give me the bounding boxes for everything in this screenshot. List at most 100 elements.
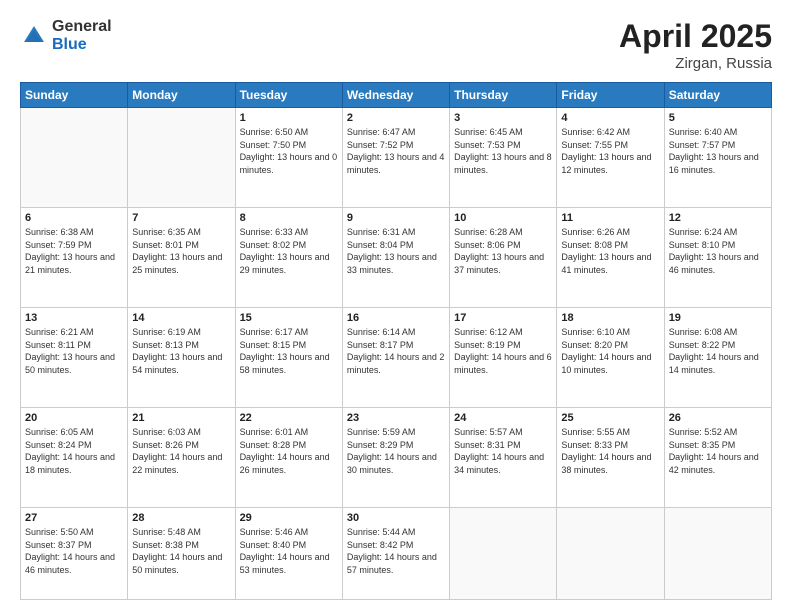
day-number: 27: [25, 512, 123, 524]
day-number: 12: [669, 212, 767, 224]
day-info: Sunrise: 6:17 AM Sunset: 8:15 PM Dayligh…: [240, 326, 338, 376]
day-number: 9: [347, 212, 445, 224]
logo-blue-text: Blue: [52, 36, 112, 54]
day-info: Sunrise: 5:46 AM Sunset: 8:40 PM Dayligh…: [240, 526, 338, 576]
table-row: 8Sunrise: 6:33 AM Sunset: 8:02 PM Daylig…: [235, 208, 342, 308]
day-info: Sunrise: 6:38 AM Sunset: 7:59 PM Dayligh…: [25, 226, 123, 276]
day-info: Sunrise: 5:59 AM Sunset: 8:29 PM Dayligh…: [347, 426, 445, 476]
table-row: 26 Sunrise: 5:52 AM Sunset: 8:35 PM Dayli…: [664, 408, 771, 508]
day-info: Sunrise: 6:24 AM Sunset: 8:10 PM Dayligh…: [669, 226, 767, 276]
title-block: April 2025 Zirgan, Russia: [619, 18, 772, 72]
header-monday: Monday: [128, 83, 235, 108]
day-number: 20: [25, 412, 123, 424]
day-info: Sunrise: 6:19 AM Sunset: 8:13 PM Dayligh…: [132, 326, 230, 376]
header-saturday: Saturday: [664, 83, 771, 108]
day-info: Sunrise: 5:44 AM Sunset: 8:42 PM Dayligh…: [347, 526, 445, 576]
table-row: 11Sunrise: 6:26 AM Sunset: 8:08 PM Dayli…: [557, 208, 664, 308]
header-wednesday: Wednesday: [342, 83, 449, 108]
day-info: Sunrise: 6:40 AM Sunset: 7:57 PM Dayligh…: [669, 126, 767, 176]
table-row: 30 Sunrise: 5:44 AM Sunset: 8:42 PM Dayli…: [342, 508, 449, 600]
table-row: [450, 508, 557, 600]
table-row: 24Sunrise: 5:57 AM Sunset: 8:31 PM Dayli…: [450, 408, 557, 508]
day-number: 3: [454, 112, 552, 124]
header-sunday: Sunday: [21, 83, 128, 108]
logo-text: General Blue: [52, 18, 112, 53]
day-number: 29: [240, 512, 338, 524]
table-row: 1Sunrise: 6:50 AM Sunset: 7:50 PM Daylig…: [235, 108, 342, 208]
table-row: 6Sunrise: 6:38 AM Sunset: 7:59 PM Daylig…: [21, 208, 128, 308]
table-row: 7 Sunrise: 6:35 AM Sunset: 8:01 PM Daylig…: [128, 208, 235, 308]
day-info: Sunrise: 6:10 AM Sunset: 8:20 PM Dayligh…: [561, 326, 659, 376]
table-row: 20 Sunrise: 6:05 AM Sunset: 8:24 PM Dayli…: [21, 408, 128, 508]
table-row: 2Sunrise: 6:47 AM Sunset: 7:52 PM Daylig…: [342, 108, 449, 208]
title-month: April 2025: [619, 18, 772, 55]
table-row: 25 Sunrise: 5:55 AM Sunset: 8:33 PM Dayli…: [557, 408, 664, 508]
table-row: 27Sunrise: 5:50 AM Sunset: 8:37 PM Dayli…: [21, 508, 128, 600]
table-row: 14 Sunrise: 6:19 AM Sunset: 8:13 PM Dayli…: [128, 308, 235, 408]
day-info: Sunrise: 6:31 AM Sunset: 8:04 PM Dayligh…: [347, 226, 445, 276]
table-row: 13 Sunrise: 6:21 AM Sunset: 8:11 PM Dayli…: [21, 308, 128, 408]
table-row: 3 Sunrise: 6:45 AM Sunset: 7:53 PM Daylig…: [450, 108, 557, 208]
day-info: Sunrise: 5:52 AM Sunset: 8:35 PM Dayligh…: [669, 426, 767, 476]
table-row: 5 Sunrise: 6:40 AM Sunset: 7:57 PM Daylig…: [664, 108, 771, 208]
day-info: Sunrise: 6:42 AM Sunset: 7:55 PM Dayligh…: [561, 126, 659, 176]
table-row: 4 Sunrise: 6:42 AM Sunset: 7:55 PM Daylig…: [557, 108, 664, 208]
table-row: 28 Sunrise: 5:48 AM Sunset: 8:38 PM Dayli…: [128, 508, 235, 600]
day-info: Sunrise: 6:01 AM Sunset: 8:28 PM Dayligh…: [240, 426, 338, 476]
day-info: Sunrise: 5:48 AM Sunset: 8:38 PM Dayligh…: [132, 526, 230, 576]
table-row: [664, 508, 771, 600]
day-info: Sunrise: 6:28 AM Sunset: 8:06 PM Dayligh…: [454, 226, 552, 276]
day-number: 14: [132, 312, 230, 324]
day-info: Sunrise: 6:26 AM Sunset: 8:08 PM Dayligh…: [561, 226, 659, 276]
table-row: [557, 508, 664, 600]
table-row: 18 Sunrise: 6:10 AM Sunset: 8:20 PM Dayli…: [557, 308, 664, 408]
day-info: Sunrise: 5:57 AM Sunset: 8:31 PM Dayligh…: [454, 426, 552, 476]
day-number: 25: [561, 412, 659, 424]
logo-general-text: General: [52, 18, 112, 36]
table-row: [21, 108, 128, 208]
logo: General Blue: [20, 18, 112, 53]
day-number: 15: [240, 312, 338, 324]
day-number: 17: [454, 312, 552, 324]
day-number: 30: [347, 512, 445, 524]
day-number: 2: [347, 112, 445, 124]
day-info: Sunrise: 6:12 AM Sunset: 8:19 PM Dayligh…: [454, 326, 552, 376]
table-row: 10Sunrise: 6:28 AM Sunset: 8:06 PM Dayli…: [450, 208, 557, 308]
header-friday: Friday: [557, 83, 664, 108]
day-info: Sunrise: 6:05 AM Sunset: 8:24 PM Dayligh…: [25, 426, 123, 476]
header-thursday: Thursday: [450, 83, 557, 108]
title-location: Zirgan, Russia: [619, 55, 772, 72]
table-row: 29 Sunrise: 5:46 AM Sunset: 8:40 PM Dayli…: [235, 508, 342, 600]
day-info: Sunrise: 5:55 AM Sunset: 8:33 PM Dayligh…: [561, 426, 659, 476]
day-number: 19: [669, 312, 767, 324]
day-info: Sunrise: 6:35 AM Sunset: 8:01 PM Dayligh…: [132, 226, 230, 276]
day-number: 18: [561, 312, 659, 324]
day-info: Sunrise: 6:33 AM Sunset: 8:02 PM Dayligh…: [240, 226, 338, 276]
table-row: 19 Sunrise: 6:08 AM Sunset: 8:22 PM Dayli…: [664, 308, 771, 408]
weekday-header-row: Sunday Monday Tuesday Wednesday Thursday…: [21, 83, 772, 108]
day-number: 26: [669, 412, 767, 424]
table-row: 21 Sunrise: 6:03 AM Sunset: 8:26 PM Dayli…: [128, 408, 235, 508]
day-number: 22: [240, 412, 338, 424]
day-info: Sunrise: 6:45 AM Sunset: 7:53 PM Dayligh…: [454, 126, 552, 176]
day-number: 28: [132, 512, 230, 524]
table-row: 16Sunrise: 6:14 AM Sunset: 8:17 PM Dayli…: [342, 308, 449, 408]
day-number: 21: [132, 412, 230, 424]
day-info: Sunrise: 6:14 AM Sunset: 8:17 PM Dayligh…: [347, 326, 445, 376]
logo-icon: [20, 22, 48, 50]
table-row: 23Sunrise: 5:59 AM Sunset: 8:29 PM Dayli…: [342, 408, 449, 508]
table-row: 17 Sunrise: 6:12 AM Sunset: 8:19 PM Dayli…: [450, 308, 557, 408]
day-info: Sunrise: 6:08 AM Sunset: 8:22 PM Dayligh…: [669, 326, 767, 376]
page: General Blue April 2025 Zirgan, Russia S…: [0, 0, 792, 612]
table-row: 22 Sunrise: 6:01 AM Sunset: 8:28 PM Dayli…: [235, 408, 342, 508]
day-info: Sunrise: 6:21 AM Sunset: 8:11 PM Dayligh…: [25, 326, 123, 376]
day-number: 5: [669, 112, 767, 124]
day-number: 4: [561, 112, 659, 124]
day-info: Sunrise: 6:03 AM Sunset: 8:26 PM Dayligh…: [132, 426, 230, 476]
header-tuesday: Tuesday: [235, 83, 342, 108]
table-row: 15 Sunrise: 6:17 AM Sunset: 8:15 PM Dayli…: [235, 308, 342, 408]
day-number: 7: [132, 212, 230, 224]
day-number: 13: [25, 312, 123, 324]
table-row: 12 Sunrise: 6:24 AM Sunset: 8:10 PM Dayli…: [664, 208, 771, 308]
day-info: Sunrise: 6:50 AM Sunset: 7:50 PM Dayligh…: [240, 126, 338, 176]
